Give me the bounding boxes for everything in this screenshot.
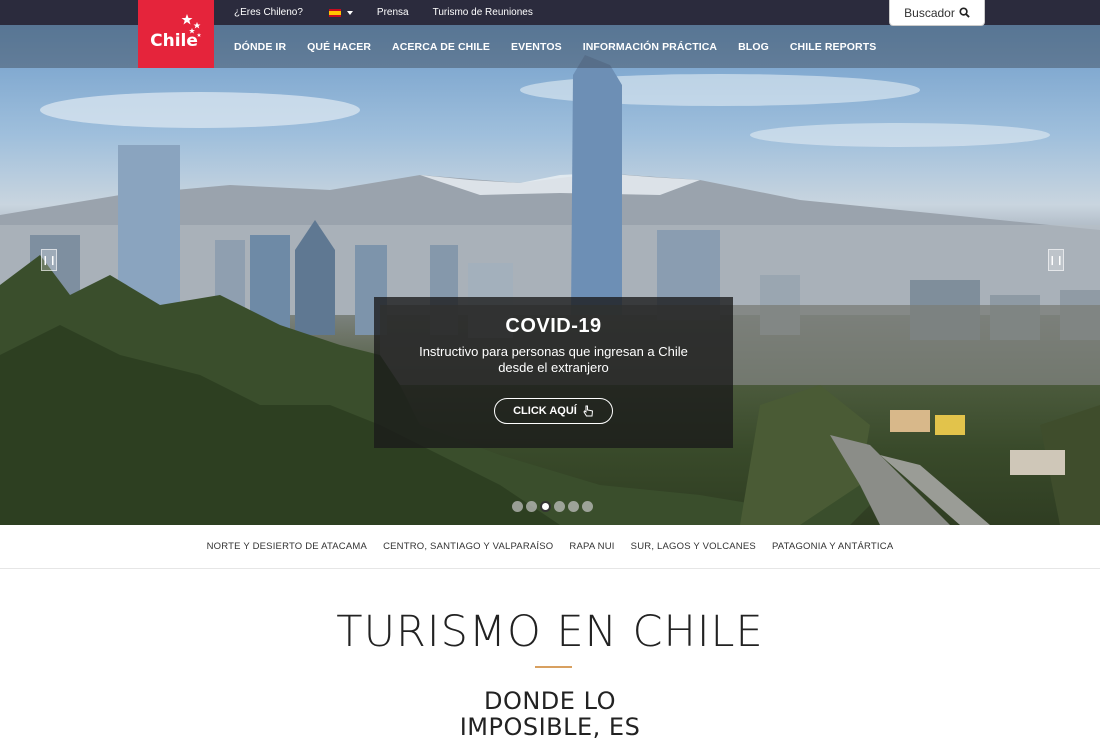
spain-flag-icon	[328, 8, 341, 17]
covid-subtitle: Instructivo para personas que ingresan a…	[419, 344, 688, 375]
hero-banner	[0, 25, 1100, 525]
search-button[interactable]: Buscador	[889, 0, 985, 26]
click-aqui-label: CLICK AQUÍ	[513, 405, 577, 417]
pause-icon: ❙❙	[41, 254, 57, 265]
nav-item-donde-ir[interactable]: DÓNDE IR	[234, 41, 286, 53]
search-label: Buscador	[904, 5, 955, 20]
region-rapa-nui[interactable]: RAPA NUI	[569, 541, 614, 552]
region-norte-atacama[interactable]: NORTE Y DESIERTO DE ATACAMA	[207, 541, 367, 552]
covid-title: COVID-19	[505, 315, 602, 337]
covid-notice: COVID-19 Instructivo para personas que i…	[374, 297, 733, 448]
slider-dot[interactable]	[554, 501, 565, 512]
slider-next-button[interactable]: ❙❙	[1048, 249, 1064, 271]
search-icon	[959, 7, 970, 18]
eres-chileno-link[interactable]: ¿Eres Chileno?	[234, 7, 303, 18]
click-aqui-button[interactable]: CLICK AQUÍ	[494, 398, 613, 424]
pointer-hand-icon	[583, 405, 593, 417]
region-patagonia[interactable]: PATAGONIA Y ANTÁRTICA	[772, 541, 893, 552]
nav-item-que-hacer[interactable]: QUÉ HACER	[307, 41, 371, 53]
regions-nav: NORTE Y DESIERTO DE ATACAMA CENTRO, SANT…	[0, 525, 1100, 569]
nav-item-eventos[interactable]: EVENTOS	[511, 41, 562, 53]
nav-item-blog[interactable]: BLOG	[738, 41, 769, 53]
nav-item-chile-reports[interactable]: CHILE REPORTS	[790, 41, 876, 53]
turismo-reuniones-link[interactable]: Turismo de Reuniones	[433, 7, 533, 18]
nav-item-informacion-practica[interactable]: INFORMACIÓN PRÁCTICA	[583, 41, 717, 53]
page-subtitle: DONDE LO IMPOSIBLE, ES	[0, 688, 1100, 739]
nav-item-acerca-de-chile[interactable]: ACERCA DE CHILE	[392, 41, 490, 53]
chevron-down-icon	[346, 10, 353, 15]
slider-dot-active[interactable]	[540, 501, 551, 512]
slider-dots	[512, 501, 593, 512]
hero-image	[0, 55, 1100, 525]
chile-logo[interactable]: Chile	[138, 0, 214, 68]
pause-icon: ❙❙	[1048, 254, 1064, 265]
page-title: TURISMO EN CHILE	[336, 607, 764, 657]
slider-prev-button[interactable]: ❙❙	[41, 249, 57, 271]
subtitle-line-1: DONDE LO	[483, 687, 616, 715]
stars-icon	[181, 14, 202, 37]
language-selector[interactable]	[328, 8, 377, 17]
region-sur-lagos[interactable]: SUR, LAGOS Y VOLCANES	[631, 541, 756, 552]
subtitle-line-2: IMPOSIBLE, ES	[459, 713, 641, 739]
slider-dot[interactable]	[582, 501, 593, 512]
slider-dot[interactable]	[512, 501, 523, 512]
slider-dot[interactable]	[568, 501, 579, 512]
prensa-link[interactable]: Prensa	[377, 7, 409, 18]
slider-dot[interactable]	[526, 501, 537, 512]
title-divider	[535, 666, 572, 668]
region-centro-santiago[interactable]: CENTRO, SANTIAGO Y VALPARAÍSO	[383, 541, 553, 552]
